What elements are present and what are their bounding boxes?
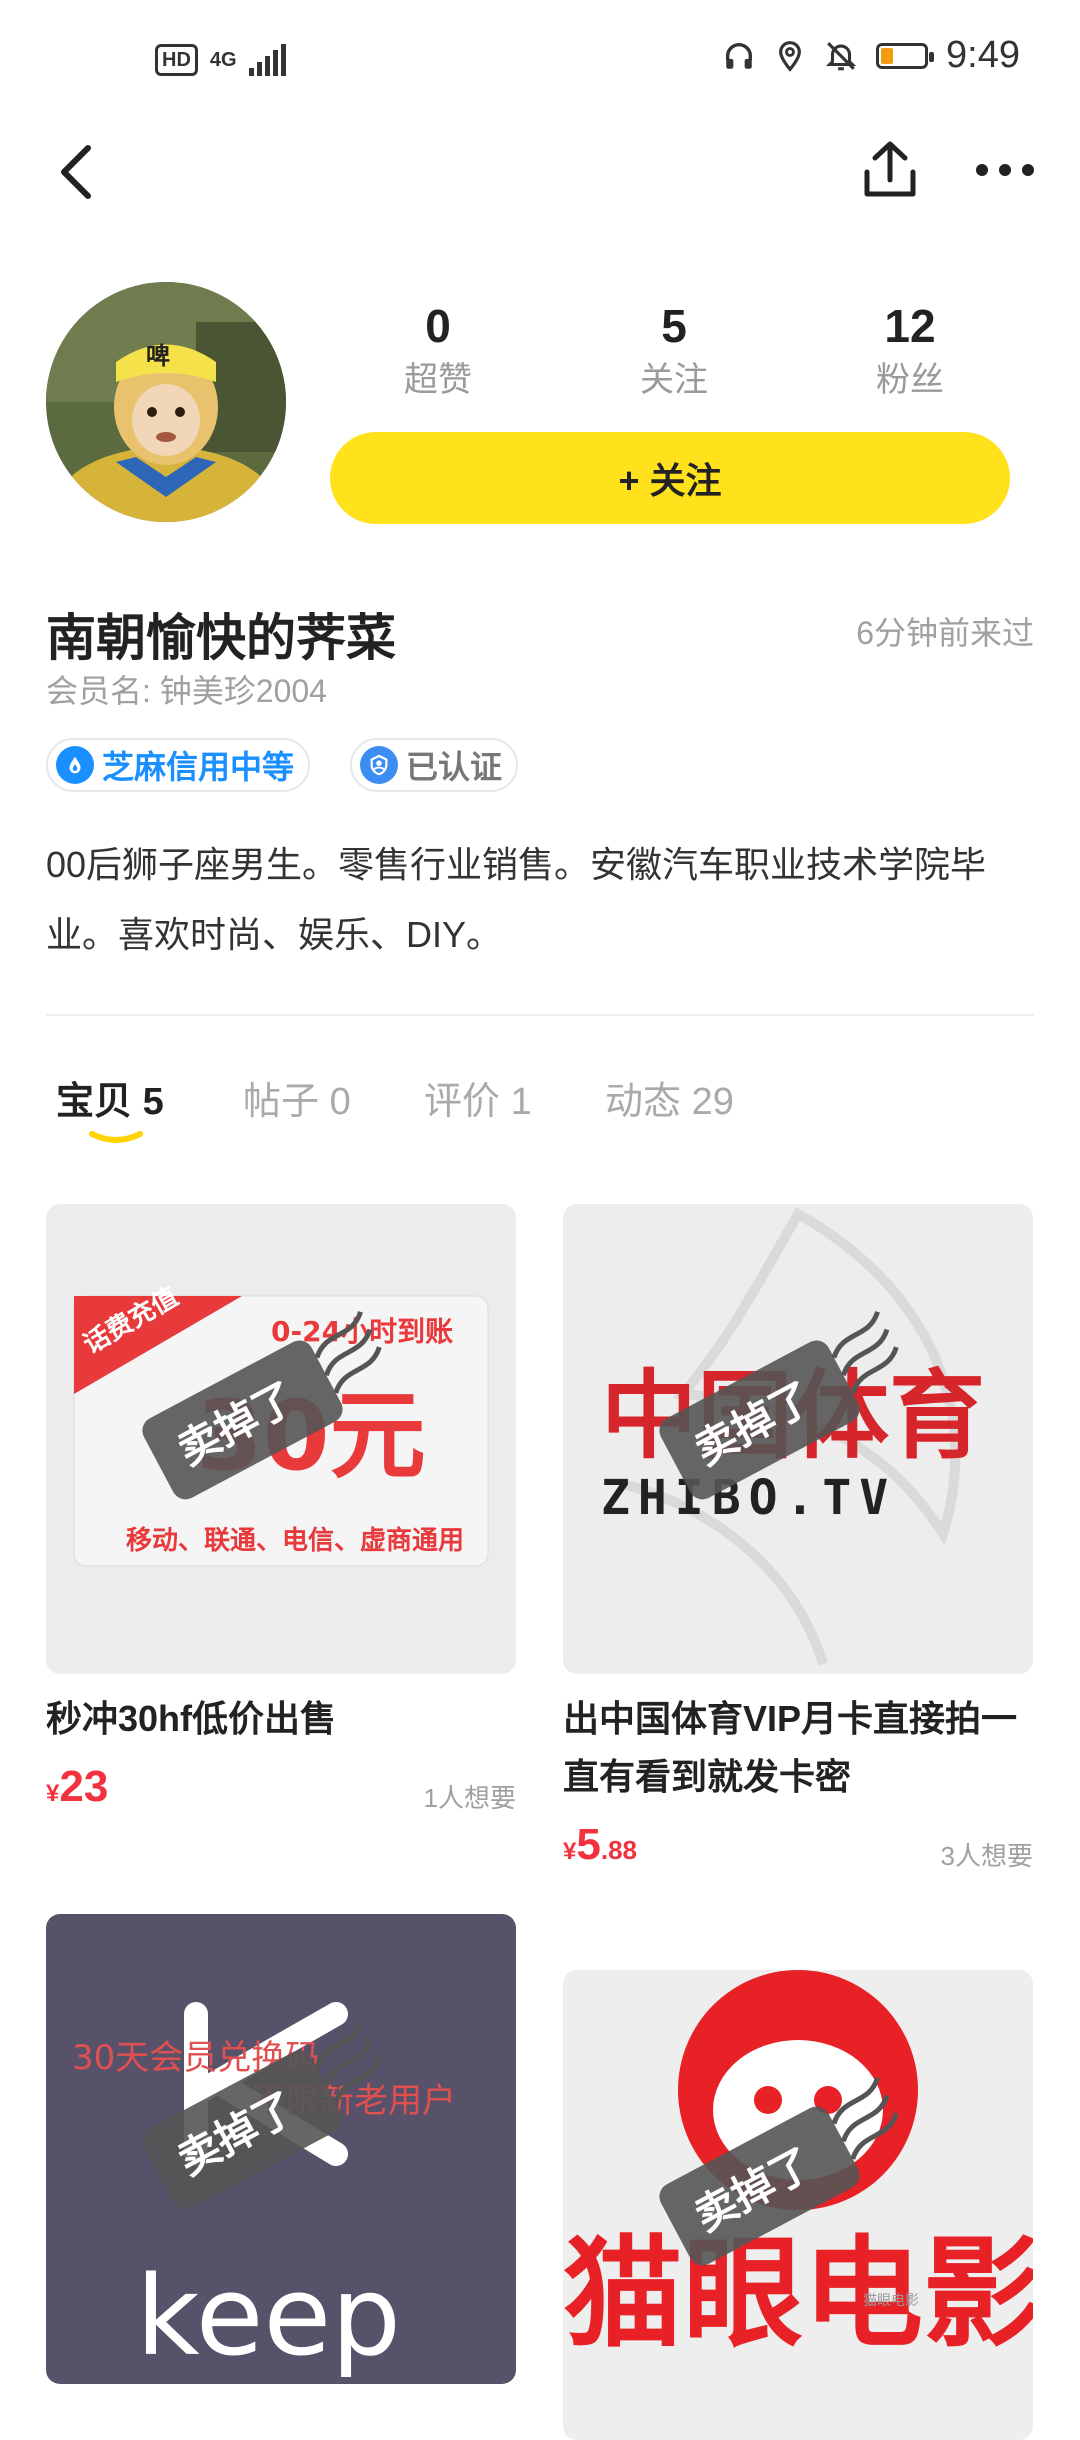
status-right: 9:49: [722, 34, 1020, 77]
tab-activity[interactable]: 动态 29: [605, 1070, 734, 1125]
badge-label: 芝麻信用中等: [102, 749, 295, 785]
active-tab-indicator: [89, 1131, 143, 1143]
stat-label: 粉丝: [876, 361, 944, 399]
avatar[interactable]: 啤: [46, 282, 286, 522]
item-meta: ¥23 1人想要: [46, 1756, 516, 1826]
item-price: ¥23: [46, 1762, 108, 1812]
currency-symbol: ¥: [563, 1838, 577, 1865]
follow-button[interactable]: + 关注: [330, 432, 1010, 524]
stat-value: 0: [425, 300, 451, 352]
tab-label: 帖子: [243, 1081, 320, 1123]
network-type: 4G: [209, 49, 237, 71]
signal-icon: [248, 44, 286, 76]
stat-value: 12: [884, 300, 936, 352]
item-title[interactable]: 秒冲30hf低价出售: [46, 1690, 516, 1748]
item-meta: ¥5.88 3人想要: [563, 1814, 1033, 1884]
price-decimal: .88: [600, 1835, 637, 1865]
stat-label: 超赞: [404, 361, 472, 399]
stat-value: 5: [661, 300, 687, 352]
item-image[interactable]: 猫眼电影 卖掉了 猫眼电影: [563, 1970, 1033, 2440]
item-title[interactable]: 出中国体育VIP月卡直接拍一直有看到就发卡密: [563, 1690, 1033, 1806]
share-icon[interactable]: [855, 130, 925, 210]
sesame-credit-badge[interactable]: 芝麻信用中等: [46, 738, 311, 792]
tab-count: 0: [329, 1081, 351, 1123]
want-count: 1人想要: [423, 1783, 516, 1813]
tab-reviews[interactable]: 评价 1: [424, 1070, 532, 1125]
bio: 00后狮子座男生。零售行业销售。安徽汽车职业技术学院毕业。喜欢时尚、娱乐、DIY…: [46, 844, 987, 955]
hd-indicator: HD: [155, 44, 198, 76]
image-corner-text: 猫眼电影: [863, 2293, 919, 2309]
stat-followers[interactable]: 12 粉丝: [810, 295, 1010, 403]
tab-posts[interactable]: 帖子 0: [243, 1070, 351, 1125]
stat-following[interactable]: 5 关注: [574, 295, 774, 403]
sesame-credit-icon: [56, 746, 94, 784]
image-bottom-text: 移动、联通、电信、虚商通用: [126, 1525, 464, 1556]
status-bar: HD 4G 9:49: [0, 0, 1080, 120]
image-sub-text: ZHIBO.TV: [601, 1470, 896, 1526]
stat-label: 关注: [640, 361, 708, 399]
mute-bell-icon: [825, 41, 857, 70]
location-icon: [779, 40, 801, 72]
stat-likes[interactable]: 0 超赞: [338, 295, 538, 403]
item-card[interactable]: 中国体育 ZHIBO.TV 卖掉了 出中国体育VIP月卡直接拍一直有看到就发卡密…: [563, 1204, 1033, 1884]
price-integer: 5: [576, 1820, 601, 1869]
status-left: HD 4G: [155, 44, 286, 76]
item-card[interactable]: 30天会员兑换码 不限新老用户 keep 卖掉了: [46, 1914, 516, 2384]
tab-count: 1: [510, 1081, 532, 1123]
item-card[interactable]: 话费充值 0-24小时到账 30元 移动、联通、电信、虚商通用 卖掉了 秒冲30…: [46, 1204, 516, 1826]
price-integer: 23: [59, 1762, 109, 1811]
battery-icon: [876, 42, 935, 69]
headphones-icon: [725, 42, 753, 69]
item-image[interactable]: 中国体育 ZHIBO.TV 卖掉了: [563, 1204, 1033, 1674]
last-visit: 6分钟前来过: [856, 615, 1034, 651]
divider: [46, 1014, 1034, 1016]
nickname: 南朝愉快的荠菜: [46, 610, 396, 666]
badge-label: 已认证: [406, 749, 503, 785]
currency-symbol: ¥: [46, 1780, 60, 1807]
tab-label: 宝贝: [56, 1081, 133, 1123]
tab-items[interactable]: 宝贝 5: [56, 1070, 164, 1125]
tab-label: 评价: [424, 1081, 501, 1123]
item-card[interactable]: 猫眼电影 卖掉了 猫眼电影: [563, 1970, 1033, 2440]
image-brand-text: 猫眼电影: [563, 2225, 1033, 2364]
verified-badge[interactable]: 已认证: [350, 738, 519, 792]
tab-count: 29: [691, 1081, 734, 1123]
tab-count: 5: [142, 1081, 164, 1123]
image-brand-text: keep: [136, 2252, 401, 2380]
item-price: ¥5.88: [563, 1820, 637, 1870]
item-image[interactable]: 30天会员兑换码 不限新老用户 keep 卖掉了: [46, 1914, 516, 2384]
member-name: 会员名: 钟美珍2004: [46, 673, 327, 709]
clock: 9:49: [946, 34, 1020, 76]
more-icon[interactable]: [970, 140, 1040, 200]
want-count: 3人想要: [940, 1841, 1033, 1871]
back-arrow-icon[interactable]: [50, 130, 100, 210]
verified-icon: [360, 746, 398, 784]
item-image[interactable]: 话费充值 0-24小时到账 30元 移动、联通、电信、虚商通用 卖掉了: [46, 1204, 516, 1674]
tab-label: 动态: [605, 1081, 682, 1123]
svg-text:啤: 啤: [146, 342, 170, 370]
